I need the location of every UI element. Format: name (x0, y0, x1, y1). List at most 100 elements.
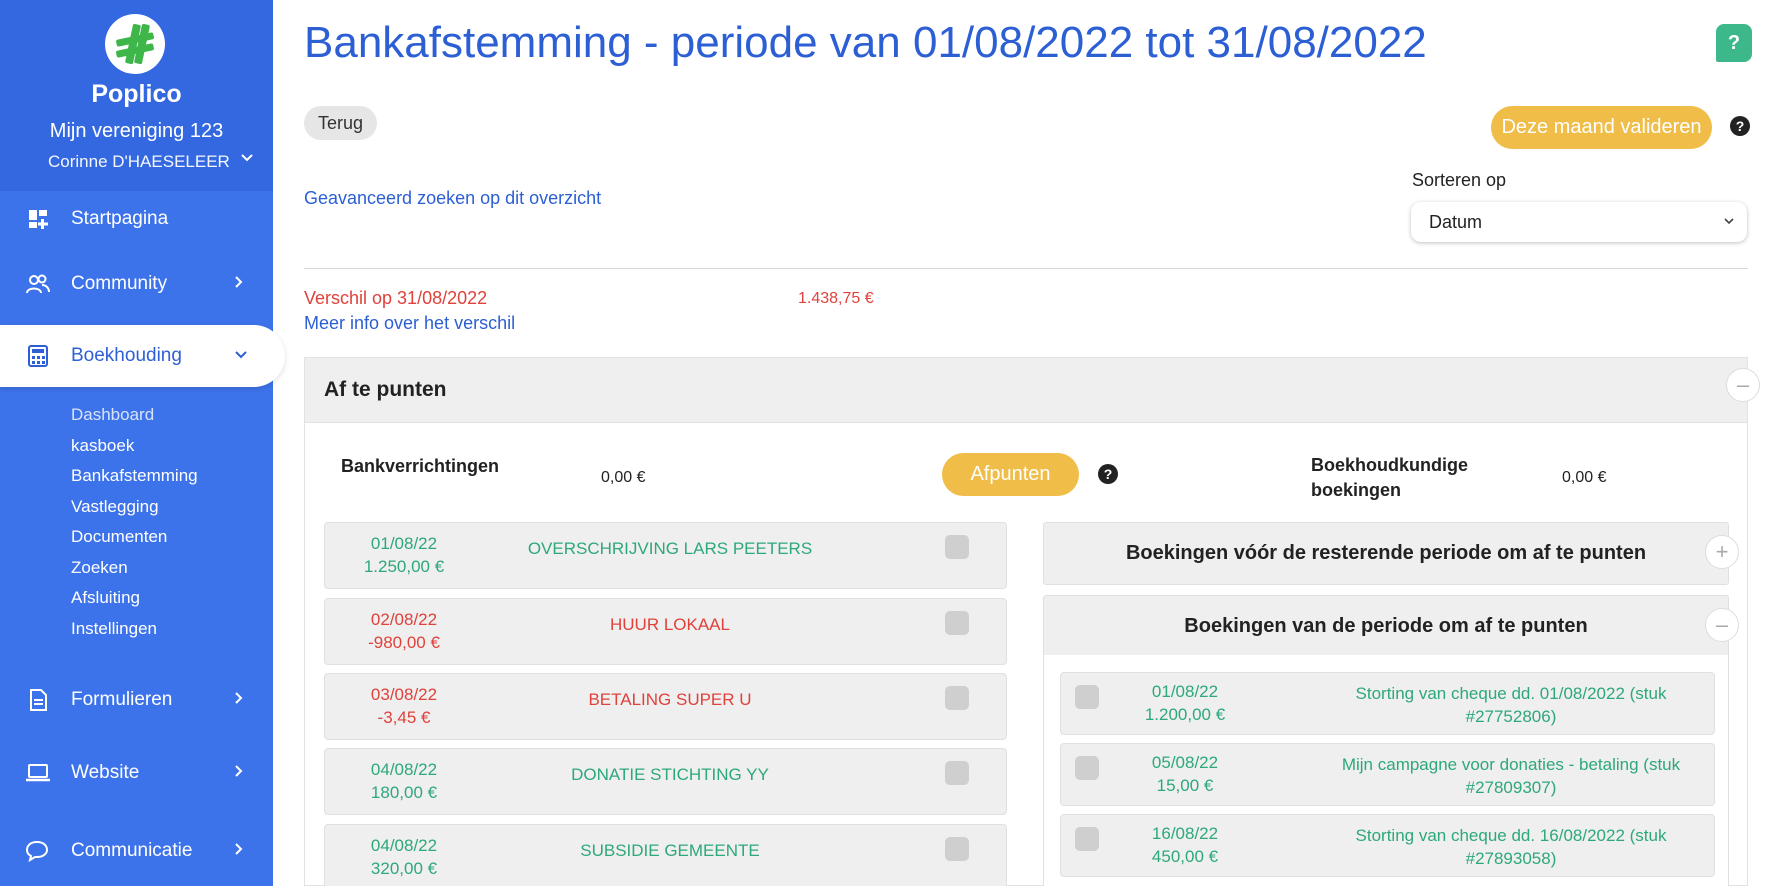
organization-name[interactable]: Mijn vereniging 123 (0, 120, 273, 143)
chevron-down-icon[interactable] (240, 150, 254, 166)
booking-date: 01/08/22 (1151, 682, 1219, 701)
transaction-checkbox[interactable] (945, 761, 969, 785)
transaction-checkbox[interactable] (945, 535, 969, 559)
transaction-date: 02/08/22 (370, 610, 438, 629)
help-icon[interactable]: ? (1098, 464, 1118, 484)
chevron-right-icon (234, 691, 244, 710)
bank-transaction-row[interactable]: 04/08/22 320,00 € SUBSIDIE GEMEENTE (324, 824, 1007, 886)
advanced-search-link[interactable]: Geavanceerd zoeken op dit overzicht (304, 188, 601, 209)
back-button[interactable]: Terug (304, 106, 377, 140)
brand-name: Poplico (91, 80, 182, 108)
sort-select-value: Datum (1429, 212, 1483, 232)
bookings-before-header[interactable]: Boekingen vóór de resterende periode om … (1043, 522, 1729, 585)
chevron-down-icon (1723, 202, 1735, 257)
document-icon (25, 687, 51, 713)
nav-item-formulieren[interactable]: Formulieren (0, 672, 273, 728)
nav-label: Formulieren (71, 689, 173, 710)
subnav-item-instellingen[interactable]: Instellingen (71, 614, 198, 645)
difference-amount: 1.438,75 € (798, 290, 874, 307)
chat-icon (25, 838, 51, 864)
subnav-item-bankafstemming[interactable]: Bankafstemming (71, 461, 198, 492)
transaction-checkbox[interactable] (945, 686, 969, 710)
nav-label: Community (71, 273, 168, 294)
transaction-amount: 320,00 € (370, 859, 438, 878)
user-name[interactable]: Corinne D'HAESELEER (48, 152, 230, 172)
subnav-item-afsluiting[interactable]: Afsluiting (71, 583, 198, 614)
difference-label: Verschil op 31/08/2022 (304, 288, 488, 308)
booking-amount: 15,00 € (1156, 776, 1214, 795)
subnav-item-vastlegging[interactable]: Vastlegging (71, 492, 198, 523)
nav-item-startpagina[interactable]: Startpagina (0, 191, 273, 247)
booking-row[interactable]: 16/08/22 450,00 € Storting van cheque dd… (1060, 814, 1715, 877)
transaction-date: 01/08/22 (370, 534, 438, 553)
chevron-right-icon (234, 842, 244, 861)
transaction-amount: -3,45 € (377, 708, 431, 727)
bank-transaction-row[interactable]: 02/08/22 -980,00 € HUUR LOKAAL (324, 598, 1007, 665)
subnav-item-kasboek[interactable]: kasboek (71, 431, 198, 462)
reconcile-panel: Af te punten – Bankverrichtingen 0,00 € … (304, 357, 1760, 886)
subnav-item-zoeken[interactable]: Zoeken (71, 553, 198, 584)
transaction-amount: 180,00 € (370, 783, 438, 802)
nav-item-community[interactable]: Community (0, 256, 273, 312)
difference-info-link[interactable]: Meer info over het verschil (304, 313, 515, 334)
booking-checkbox[interactable] (1075, 756, 1099, 780)
bookings-period-title: Boekingen van de periode om af te punten (1184, 615, 1588, 637)
bank-transaction-row[interactable]: 03/08/22 -3,45 € BETALING SUPER U (324, 673, 1007, 740)
booking-amount: 1.200,00 € (1144, 705, 1226, 724)
transaction-date: 04/08/22 (370, 836, 438, 855)
booking-description: Storting van cheque dd. 01/08/2022 (stuk… (1355, 684, 1667, 726)
brand-area: Poplico Mijn vereniging 123 Corinne D'HA… (0, 0, 273, 191)
booking-amount: 450,00 € (1151, 847, 1219, 866)
booking-checkbox[interactable] (1075, 827, 1099, 851)
sidebar: Poplico Mijn vereniging 123 Corinne D'HA… (0, 0, 285, 886)
nav-item-boekhouding[interactable]: Boekhouding (0, 325, 285, 387)
nav-item-website[interactable]: Website (0, 745, 273, 801)
bank-operations-label: Bankverrichtingen (341, 456, 500, 476)
panel-title: Af te punten (324, 378, 447, 401)
nav-label: Website (71, 762, 140, 783)
chevron-down-icon (234, 347, 248, 365)
nav-label: Boekhouding (71, 345, 182, 366)
booking-row[interactable]: 05/08/22 15,00 € Mijn campagne voor dona… (1060, 743, 1715, 806)
chevron-right-icon (234, 764, 244, 783)
help-chat-button[interactable]: ? (1716, 24, 1752, 62)
transaction-description: DONATIE STICHTING YY (571, 765, 769, 784)
nav-label: Startpagina (71, 208, 169, 229)
laptop-icon (25, 760, 51, 786)
poplico-logo[interactable] (105, 14, 165, 74)
transaction-description: SUBSIDIE GEMEENTE (580, 841, 760, 860)
validate-month-button[interactable]: Deze maand valideren (1491, 106, 1712, 149)
booking-date: 05/08/22 (1151, 753, 1219, 772)
nav-label: Communicatie (71, 840, 193, 861)
booking-row[interactable]: 01/08/22 1.200,00 € Storting van cheque … (1060, 672, 1715, 735)
transaction-checkbox[interactable] (945, 611, 969, 635)
subnav-item-dashboard[interactable]: Dashboard (71, 400, 198, 431)
calculator-icon (25, 343, 51, 369)
help-icon[interactable]: ? (1730, 116, 1750, 136)
transaction-amount: 1.250,00 € (363, 557, 445, 576)
chevron-right-icon (234, 275, 244, 294)
booking-description: Storting van cheque dd. 16/08/2022 (stuk… (1355, 826, 1667, 868)
bank-transaction-row[interactable]: 04/08/22 180,00 € DONATIE STICHTING YY (324, 748, 1007, 815)
sort-select[interactable]: Datum (1411, 202, 1747, 242)
transaction-description: HUUR LOKAAL (610, 615, 730, 634)
users-icon (25, 271, 51, 297)
subnav-boekhouding: Dashboard kasboek Bankafstemming Vastleg… (71, 400, 198, 644)
afpunten-button[interactable]: Afpunten (942, 453, 1079, 496)
transaction-amount: -980,00 € (368, 633, 440, 652)
nav-item-communicatie[interactable]: Communicatie (0, 823, 273, 879)
collapse-button[interactable]: – (1726, 368, 1760, 402)
bookkeeping-entries-label: Boekhoudkundige boekingen (1311, 455, 1468, 500)
collapse-button[interactable]: – (1705, 608, 1739, 642)
transaction-description: OVERSCHRIJVING LARS PEETERS (527, 539, 813, 558)
booking-checkbox[interactable] (1075, 685, 1099, 709)
bank-operations-total: 0,00 € (601, 469, 646, 486)
dashboard-icon (25, 206, 51, 232)
expand-button[interactable]: + (1705, 535, 1739, 569)
bank-transaction-row[interactable]: 01/08/22 1.250,00 € OVERSCHRIJVING LARS … (324, 522, 1007, 589)
subnav-item-documenten[interactable]: Documenten (71, 522, 198, 553)
transaction-checkbox[interactable] (945, 837, 969, 861)
sort-label: Sorteren op (1412, 170, 1507, 190)
bookings-period-header[interactable]: Boekingen van de periode om af te punten (1043, 595, 1729, 658)
booking-date: 16/08/22 (1151, 824, 1219, 843)
